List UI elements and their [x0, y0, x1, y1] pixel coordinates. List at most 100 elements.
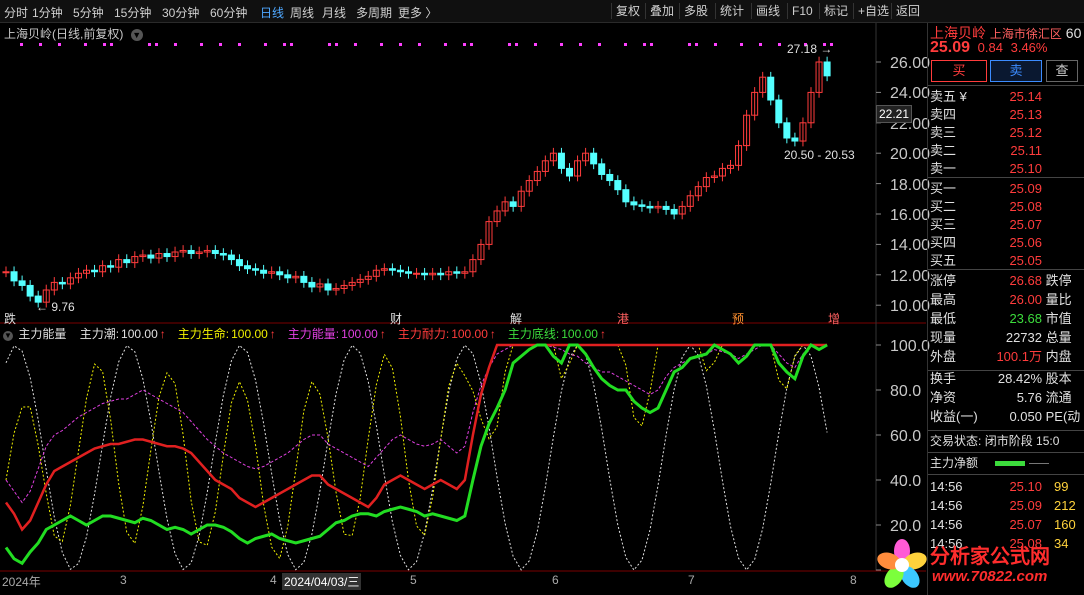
x-axis-label: 4: [270, 573, 277, 587]
period-tab-30min[interactable]: 30分钟: [162, 4, 199, 21]
indicator-header: ▼ 主力能量 主力潮: 100.00 ↑ 主力生命: 100.00 ↑ 主力能量: 100.0…: [0, 325, 926, 343]
quote-row-label: 买一: [930, 181, 957, 196]
signal-dot: [534, 43, 537, 46]
quote-row-value: 23.68: [1009, 311, 1042, 326]
zhulinaili-line: [4, 343, 828, 532]
quote-row-label: 卖一: [930, 161, 957, 176]
quote-row-value: 100.1万: [996, 349, 1042, 364]
candle-body: [775, 99, 783, 124]
signal-dot: [155, 43, 158, 46]
indicator-name[interactable]: 主力能量: [18, 327, 66, 341]
quote-row-value: 28.42%: [997, 371, 1042, 386]
signal-dot: [688, 43, 691, 46]
kline-svg[interactable]: [0, 23, 926, 595]
quote-row-value: 25.05: [1009, 253, 1042, 268]
period-tab-15min[interactable]: 15分钟: [114, 4, 151, 21]
period-tab-1min[interactable]: 1分钟: [32, 4, 63, 21]
statistics-button[interactable]: 统计: [715, 3, 748, 19]
signal-dot: [560, 43, 563, 46]
indicator-item-label: 主力耐力:: [397, 327, 450, 341]
quote-row-value: 22732: [1005, 330, 1042, 345]
period-tab-60min[interactable]: 60分钟: [210, 4, 247, 21]
quote-row-value: 25.10: [1009, 161, 1042, 176]
mark-button[interactable]: 标记: [819, 3, 852, 19]
candle-body: [91, 269, 99, 273]
brand-title: 分析家公式网: [930, 544, 1050, 568]
quote-row-value: 26.68: [1009, 273, 1042, 288]
f10-button[interactable]: F10: [787, 3, 817, 19]
candle-body: [622, 189, 630, 203]
indicator-series: [4, 343, 828, 571]
multi-stock-button[interactable]: 多股: [679, 3, 712, 19]
candle-body: [219, 253, 227, 256]
buy-button[interactable]: 买: [931, 60, 987, 82]
quote-row-value: 25.12: [1009, 125, 1042, 140]
candle-body: [396, 269, 404, 273]
candle-body: [2, 271, 10, 274]
candle-body: [614, 180, 622, 191]
quote-row: 卖二 25.11: [930, 141, 1084, 161]
chevron-down-icon[interactable]: ▼: [3, 331, 13, 341]
candle-body: [638, 204, 646, 207]
signal-dot: [380, 43, 383, 46]
signal-dot: [354, 43, 357, 46]
overlay-button[interactable]: 叠加: [645, 3, 678, 19]
period-tab-timeshare[interactable]: 分时: [4, 4, 28, 21]
candle-body: [413, 272, 421, 275]
price-row: 25.09 0.84 3.46%: [930, 34, 1047, 62]
candle-body: [227, 254, 235, 261]
quote-row: 买二 25.08: [930, 197, 1084, 217]
add-watchlist-button[interactable]: +自选: [853, 3, 893, 19]
candle-body: [26, 284, 34, 297]
candle-body: [421, 272, 429, 276]
quote-row-tail: 总量: [1042, 330, 1072, 345]
period-tab-monthly[interactable]: 月线: [322, 4, 346, 21]
signal-dot: [264, 43, 267, 46]
adjust-button[interactable]: 复权: [611, 3, 644, 19]
net-flow-label: 主力净额: [930, 456, 979, 470]
candle-body: [437, 272, 445, 276]
signal-dot: [219, 43, 222, 46]
sell-button[interactable]: 卖: [990, 60, 1042, 82]
candle-body: [300, 275, 308, 283]
candle-body: [187, 249, 195, 255]
candle-body: [598, 163, 606, 175]
indicator-item-value: 100.00: [231, 327, 268, 341]
gap-annotation: 20.50 - 20.53: [784, 148, 855, 162]
period-tab-multi[interactable]: 多周期: [356, 4, 392, 21]
quote-row-tail: 股本: [1042, 371, 1072, 386]
quote-row-tail: 量比: [1042, 292, 1072, 307]
tick-volume: 99: [1054, 479, 1069, 494]
tick-price: 25.09: [1009, 498, 1042, 513]
tick-row: 14:56 25.09 212: [930, 496, 1076, 516]
quote-row-label: 涨停: [930, 273, 957, 288]
x-axis-label: 8: [850, 573, 857, 587]
candle-body: [646, 205, 654, 209]
net-flow-track: [1028, 463, 1049, 465]
quote-row: 买一 25.09: [930, 179, 1084, 199]
quote-row: 净资 5.76 流通: [930, 388, 1084, 408]
draw-line-button[interactable]: 画线: [751, 3, 784, 19]
indicator-item-label: 主力潮:: [79, 327, 120, 341]
quote-row-label: 买二: [930, 199, 957, 214]
chevron-down-icon[interactable]: ▼: [130, 29, 143, 41]
period-tab-daily[interactable]: 日线: [260, 4, 284, 21]
signal-dot: [643, 43, 646, 46]
period-tab-more[interactable]: 更多 〉: [398, 4, 437, 21]
candle-body: [244, 265, 251, 270]
period-tab-5min[interactable]: 5分钟: [73, 4, 104, 21]
period-tab-weekly[interactable]: 周线: [290, 4, 314, 21]
signal-dot: [110, 43, 113, 46]
quote-row: 外盘 100.1万 内盘: [930, 347, 1084, 367]
query-button[interactable]: 查: [1046, 60, 1078, 82]
quote-row-label: 现量: [930, 330, 957, 345]
signal-dot: [650, 43, 653, 46]
signal-dot: [20, 43, 23, 46]
tick-time: 14:56: [930, 517, 963, 532]
low-value: 9.76: [51, 300, 75, 314]
quote-row-label: 买三: [930, 217, 957, 232]
quote-row: 买四 25.06: [930, 233, 1084, 253]
kline-chart-area[interactable]: 上海贝岭(日线,前复权) ▼ 26.00 24.00 22.00 20.00 18.00…: [0, 23, 930, 595]
back-button[interactable]: 返回: [891, 3, 924, 19]
indicator-item: 主力耐力: 100.00 ↑: [398, 327, 498, 341]
